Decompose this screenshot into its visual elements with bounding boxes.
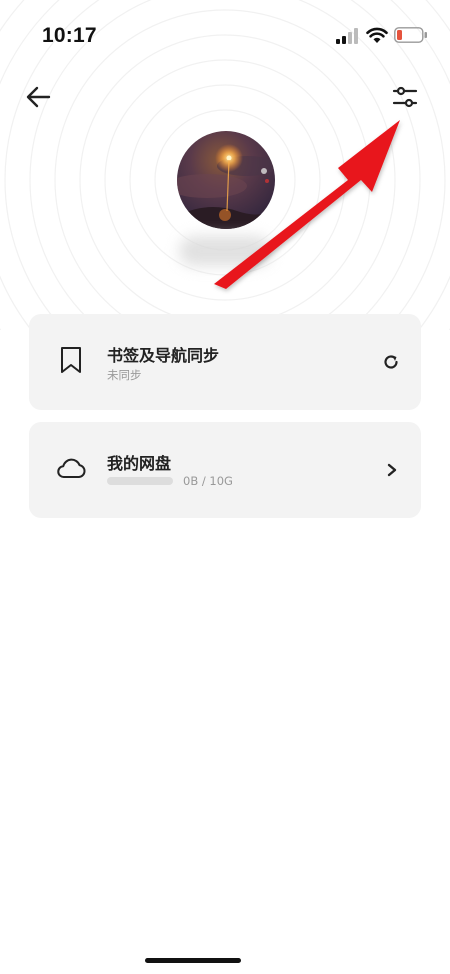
- settings-button[interactable]: [392, 84, 418, 110]
- cloud-icon: [57, 458, 86, 478]
- storage-usage-text: 0B / 10G: [183, 474, 233, 488]
- username-redacted: [179, 236, 271, 266]
- avatar-container: [177, 131, 275, 229]
- wifi-icon: [366, 27, 388, 43]
- avatar[interactable]: [177, 131, 275, 229]
- sync-button[interactable]: [381, 352, 401, 372]
- refresh-icon: [384, 355, 398, 369]
- status-bar: 10:17: [0, 0, 450, 60]
- arrow-left-icon: [26, 86, 51, 108]
- cloud-drive-title: 我的网盘: [107, 454, 172, 473]
- home-indicator: [145, 958, 241, 963]
- bookmark-icon: [61, 347, 81, 373]
- status-time: 10:17: [42, 24, 97, 47]
- sync-status-text: 未同步: [107, 368, 142, 382]
- cloud-drive-card[interactable]: 我的网盘 0B / 10G: [29, 422, 421, 518]
- avatar-image: [177, 131, 275, 229]
- bookmark-sync-title: 书签及导航同步: [107, 346, 220, 365]
- cellular-signal-icon: [336, 28, 358, 44]
- storage-usage-bar: [107, 477, 173, 485]
- back-button[interactable]: [24, 82, 54, 112]
- sliders-icon: [392, 86, 418, 108]
- bookmark-sync-card[interactable]: 书签及导航同步 未同步: [29, 314, 421, 410]
- chevron-right-icon: [387, 463, 397, 477]
- battery-low-icon: [394, 27, 427, 43]
